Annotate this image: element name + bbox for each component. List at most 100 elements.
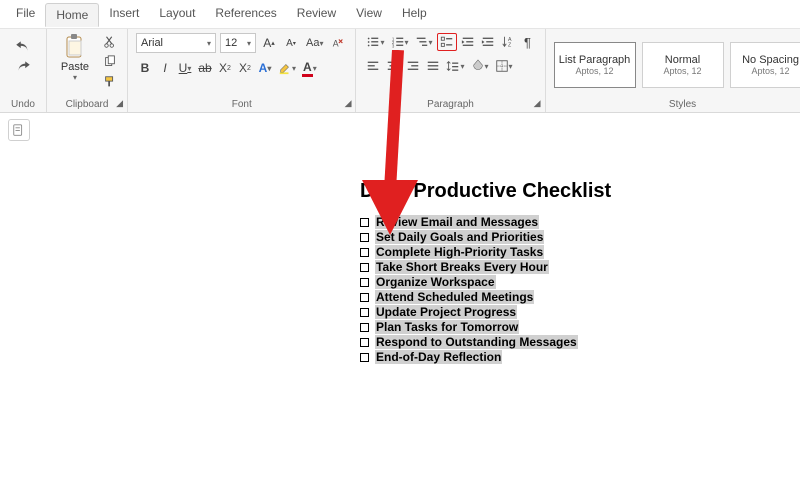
checkbox-icon[interactable] [360,233,369,242]
decrease-indent-button[interactable] [459,33,477,51]
checkbox-icon[interactable] [360,323,369,332]
underline-button[interactable]: U▾ [176,59,194,77]
redo-button[interactable] [14,58,32,76]
change-case-button[interactable]: Aa▾ [304,34,325,52]
paragraph-group-label: Paragraph [364,97,536,110]
style-name: Normal [665,54,700,66]
ribbon: Undo Paste ▾ Clipboard ◢ Arial [0,29,800,113]
checklist-item[interactable]: Plan Tasks for Tomorrow [360,320,760,334]
style-sub: Aptos, 12 [752,66,790,76]
checkbox-icon[interactable] [360,308,369,317]
chevron-down-icon: ▾ [247,39,251,48]
menu-view[interactable]: View [346,2,392,26]
style-card[interactable]: No SpacingAptos, 12 [730,42,800,88]
strikethrough-button[interactable]: ab [196,59,214,77]
style-name: List Paragraph [559,54,631,66]
font-group-label: Font [136,97,347,110]
checklist-item[interactable]: Update Project Progress [360,305,760,319]
bullets-button[interactable]: ▾ [364,33,386,51]
checklist-item[interactable]: Review Email and Messages [360,215,760,229]
superscript-button[interactable]: X2 [236,59,254,77]
style-card[interactable]: NormalAptos, 12 [642,42,724,88]
align-center-button[interactable] [384,57,402,75]
checklist-item[interactable]: Complete High-Priority Tasks [360,245,760,259]
bold-button[interactable]: B [136,59,154,77]
highlight-button[interactable]: ▾ [276,59,298,77]
checklist-item[interactable]: End-of-Day Reflection [360,350,760,364]
cut-button[interactable] [101,33,119,51]
document-title: Daily Productive Checklist [360,180,760,203]
menu-insert[interactable]: Insert [99,2,149,26]
menu-review[interactable]: Review [287,2,346,26]
checklist-item[interactable]: Organize Workspace [360,275,760,289]
menu-layout[interactable]: Layout [149,2,205,26]
svg-text:A: A [333,39,339,49]
show-marks-button[interactable]: ¶ [519,33,537,51]
font-name-value: Arial [141,37,163,49]
chevron-down-icon: ▾ [207,39,211,48]
checklist-button[interactable] [437,33,457,51]
style-sub: Aptos, 12 [576,66,614,76]
align-left-button[interactable] [364,57,382,75]
sort-button[interactable]: AZ [499,33,517,51]
undo-button[interactable] [14,38,32,56]
checklist-item-text: End-of-Day Reflection [375,350,502,364]
copy-button[interactable] [101,53,119,71]
paragraph-dialog-launcher[interactable]: ◢ [534,98,541,109]
checkbox-icon[interactable] [360,353,369,362]
align-right-button[interactable] [404,57,422,75]
font-color-button[interactable]: A▾ [300,59,319,77]
shading-button[interactable]: ▾ [469,57,491,75]
checkbox-icon[interactable] [360,218,369,227]
checkbox-icon[interactable] [360,263,369,272]
styles-group-label: Styles [554,97,800,110]
clear-formatting-button[interactable]: A [329,34,347,52]
numbering-button[interactable]: 123▾ [389,33,411,51]
checklist-item[interactable]: Respond to Outstanding Messages [360,335,760,349]
styles-group: List ParagraphAptos, 12NormalAptos, 12No… [546,29,800,112]
multilevel-list-button[interactable]: ▾ [413,33,435,51]
checkbox-icon[interactable] [360,338,369,347]
checklist-item[interactable]: Take Short Breaks Every Hour [360,260,760,274]
font-size-select[interactable]: 12 ▾ [220,33,256,53]
checklist-item[interactable]: Set Daily Goals and Priorities [360,230,760,244]
menu-help[interactable]: Help [392,2,437,26]
shrink-font-button[interactable]: A▾ [282,34,300,52]
checklist-item-text: Take Short Breaks Every Hour [375,260,549,274]
checklist[interactable]: Review Email and MessagesSet Daily Goals… [360,215,760,364]
subscript-button[interactable]: X2 [216,59,234,77]
menu-home[interactable]: Home [45,3,99,27]
increase-indent-button[interactable] [479,33,497,51]
paste-label: Paste [61,61,89,73]
justify-button[interactable] [424,57,442,75]
svg-text:Z: Z [508,42,512,48]
paragraph-group: ▾ 123▾ ▾ AZ ¶ ▾ ▾ ▾ [356,29,545,112]
checklist-item[interactable]: Attend Scheduled Meetings [360,290,760,304]
clipboard-dialog-launcher[interactable]: ◢ [116,98,123,109]
clipboard-group-label: Clipboard [55,97,119,110]
italic-button[interactable]: I [156,59,174,77]
text-effects-button[interactable]: A▾ [256,59,274,77]
svg-text:3: 3 [391,43,394,48]
document-outline-button[interactable] [8,119,30,141]
style-card[interactable]: List ParagraphAptos, 12 [554,42,636,88]
menu-references[interactable]: References [205,2,286,26]
font-group: Arial ▾ 12 ▾ A▴ A▾ Aa▾ A B I U▾ a [128,29,356,112]
checklist-item-text: Attend Scheduled Meetings [375,290,534,304]
styles-gallery: List ParagraphAptos, 12NormalAptos, 12No… [554,42,800,88]
checkbox-icon[interactable] [360,293,369,302]
grow-font-button[interactable]: A▴ [260,34,278,52]
font-name-select[interactable]: Arial ▾ [136,33,216,53]
checklist-item-text: Review Email and Messages [375,215,539,229]
line-spacing-button[interactable]: ▾ [444,57,466,75]
checkbox-icon[interactable] [360,278,369,287]
checkbox-icon[interactable] [360,248,369,257]
paste-button[interactable]: Paste ▾ [55,33,95,82]
font-size-value: 12 [225,37,237,49]
menu-file[interactable]: File [6,2,45,26]
font-dialog-launcher[interactable]: ◢ [345,98,352,109]
format-painter-button[interactable] [101,73,119,91]
borders-button[interactable]: ▾ [493,57,515,75]
checklist-item-text: Set Daily Goals and Priorities [375,230,544,244]
clipboard-group: Paste ▾ Clipboard ◢ [47,29,128,112]
